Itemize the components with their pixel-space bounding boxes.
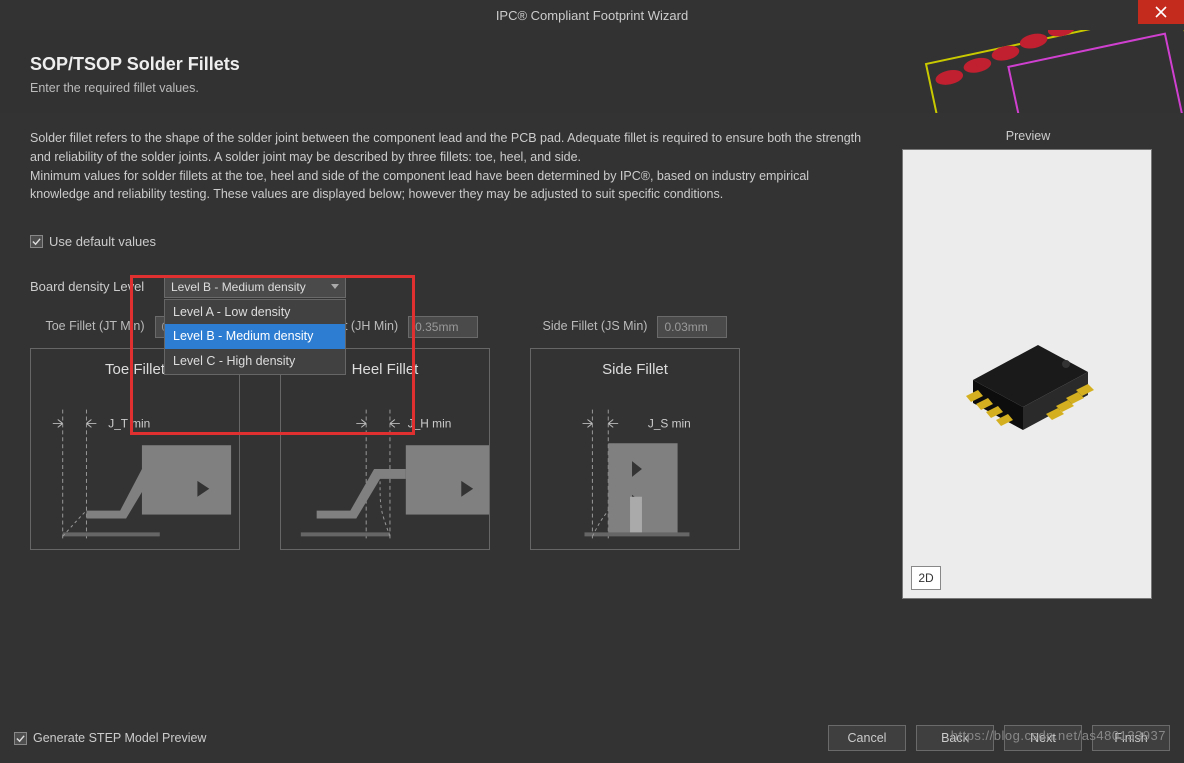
toe-diagram: J_T min <box>31 389 239 549</box>
use-default-checkbox[interactable] <box>30 235 43 248</box>
density-option-a[interactable]: Level A - Low density <box>165 300 345 325</box>
heel-fillet-input[interactable]: 0.35mm <box>408 316 478 338</box>
next-button[interactable]: Next <box>1004 725 1082 751</box>
side-fillet-input[interactable]: 0.03mm <box>657 316 727 338</box>
svg-text:J_S min: J_S min <box>648 416 691 430</box>
svg-text:J_H min: J_H min <box>408 416 452 430</box>
use-default-label: Use default values <box>49 232 156 252</box>
wizard-footer: Generate STEP Model Preview Cancel Back … <box>0 713 1184 763</box>
finish-button[interactable]: Finish <box>1092 725 1170 751</box>
toe-fillet-label: Toe Fillet (JT Min) <box>45 317 144 336</box>
side-fillet-group: Side Fillet (JS Min) 0.03mm Side Fillet … <box>530 316 740 551</box>
back-button[interactable]: Back <box>916 725 994 751</box>
check-icon <box>32 237 41 246</box>
toe-diagram-box: Toe Fillet J_T min <box>30 348 240 551</box>
titlebar: IPC® Compliant Footprint Wizard <box>0 0 1184 30</box>
side-diagram: J_S min <box>531 389 739 549</box>
close-icon <box>1155 6 1167 18</box>
preview-3d-model <box>903 150 1153 600</box>
side-diagram-title: Side Fillet <box>531 349 739 390</box>
cancel-button[interactable]: Cancel <box>828 725 906 751</box>
wizard-header: SOP/TSOP Solder Fillets Enter the requir… <box>0 30 1184 113</box>
heel-diagram: J_H min <box>281 389 489 549</box>
description-text: Solder fillet refers to the shape of the… <box>30 129 870 204</box>
preview-viewport[interactable]: 2D <box>902 149 1152 599</box>
density-option-b[interactable]: Level B - Medium density <box>165 324 345 349</box>
close-button[interactable] <box>1138 0 1184 24</box>
chevron-down-icon <box>331 284 339 289</box>
side-fillet-label: Side Fillet (JS Min) <box>543 317 648 336</box>
side-diagram-box: Side Fillet J_S min <box>530 348 740 551</box>
density-select[interactable]: Level B - Medium density <box>164 276 346 298</box>
density-option-c[interactable]: Level C - High density <box>165 349 345 374</box>
density-label: Board density Level <box>30 277 152 297</box>
header-artwork <box>894 30 1184 113</box>
generate-step-label: Generate STEP Model Preview <box>33 731 206 745</box>
preview-2d-button[interactable]: 2D <box>911 566 941 590</box>
generate-step-checkbox[interactable] <box>14 732 27 745</box>
heel-diagram-box: Heel Fillet J_H min <box>280 348 490 551</box>
check-icon <box>16 734 25 743</box>
density-dropdown: Level A - Low density Level B - Medium d… <box>164 299 346 375</box>
window-title: IPC® Compliant Footprint Wizard <box>496 8 688 23</box>
preview-label: Preview <box>902 129 1154 143</box>
density-selected-value: Level B - Medium density <box>171 278 306 296</box>
svg-text:J_T min: J_T min <box>108 416 150 430</box>
